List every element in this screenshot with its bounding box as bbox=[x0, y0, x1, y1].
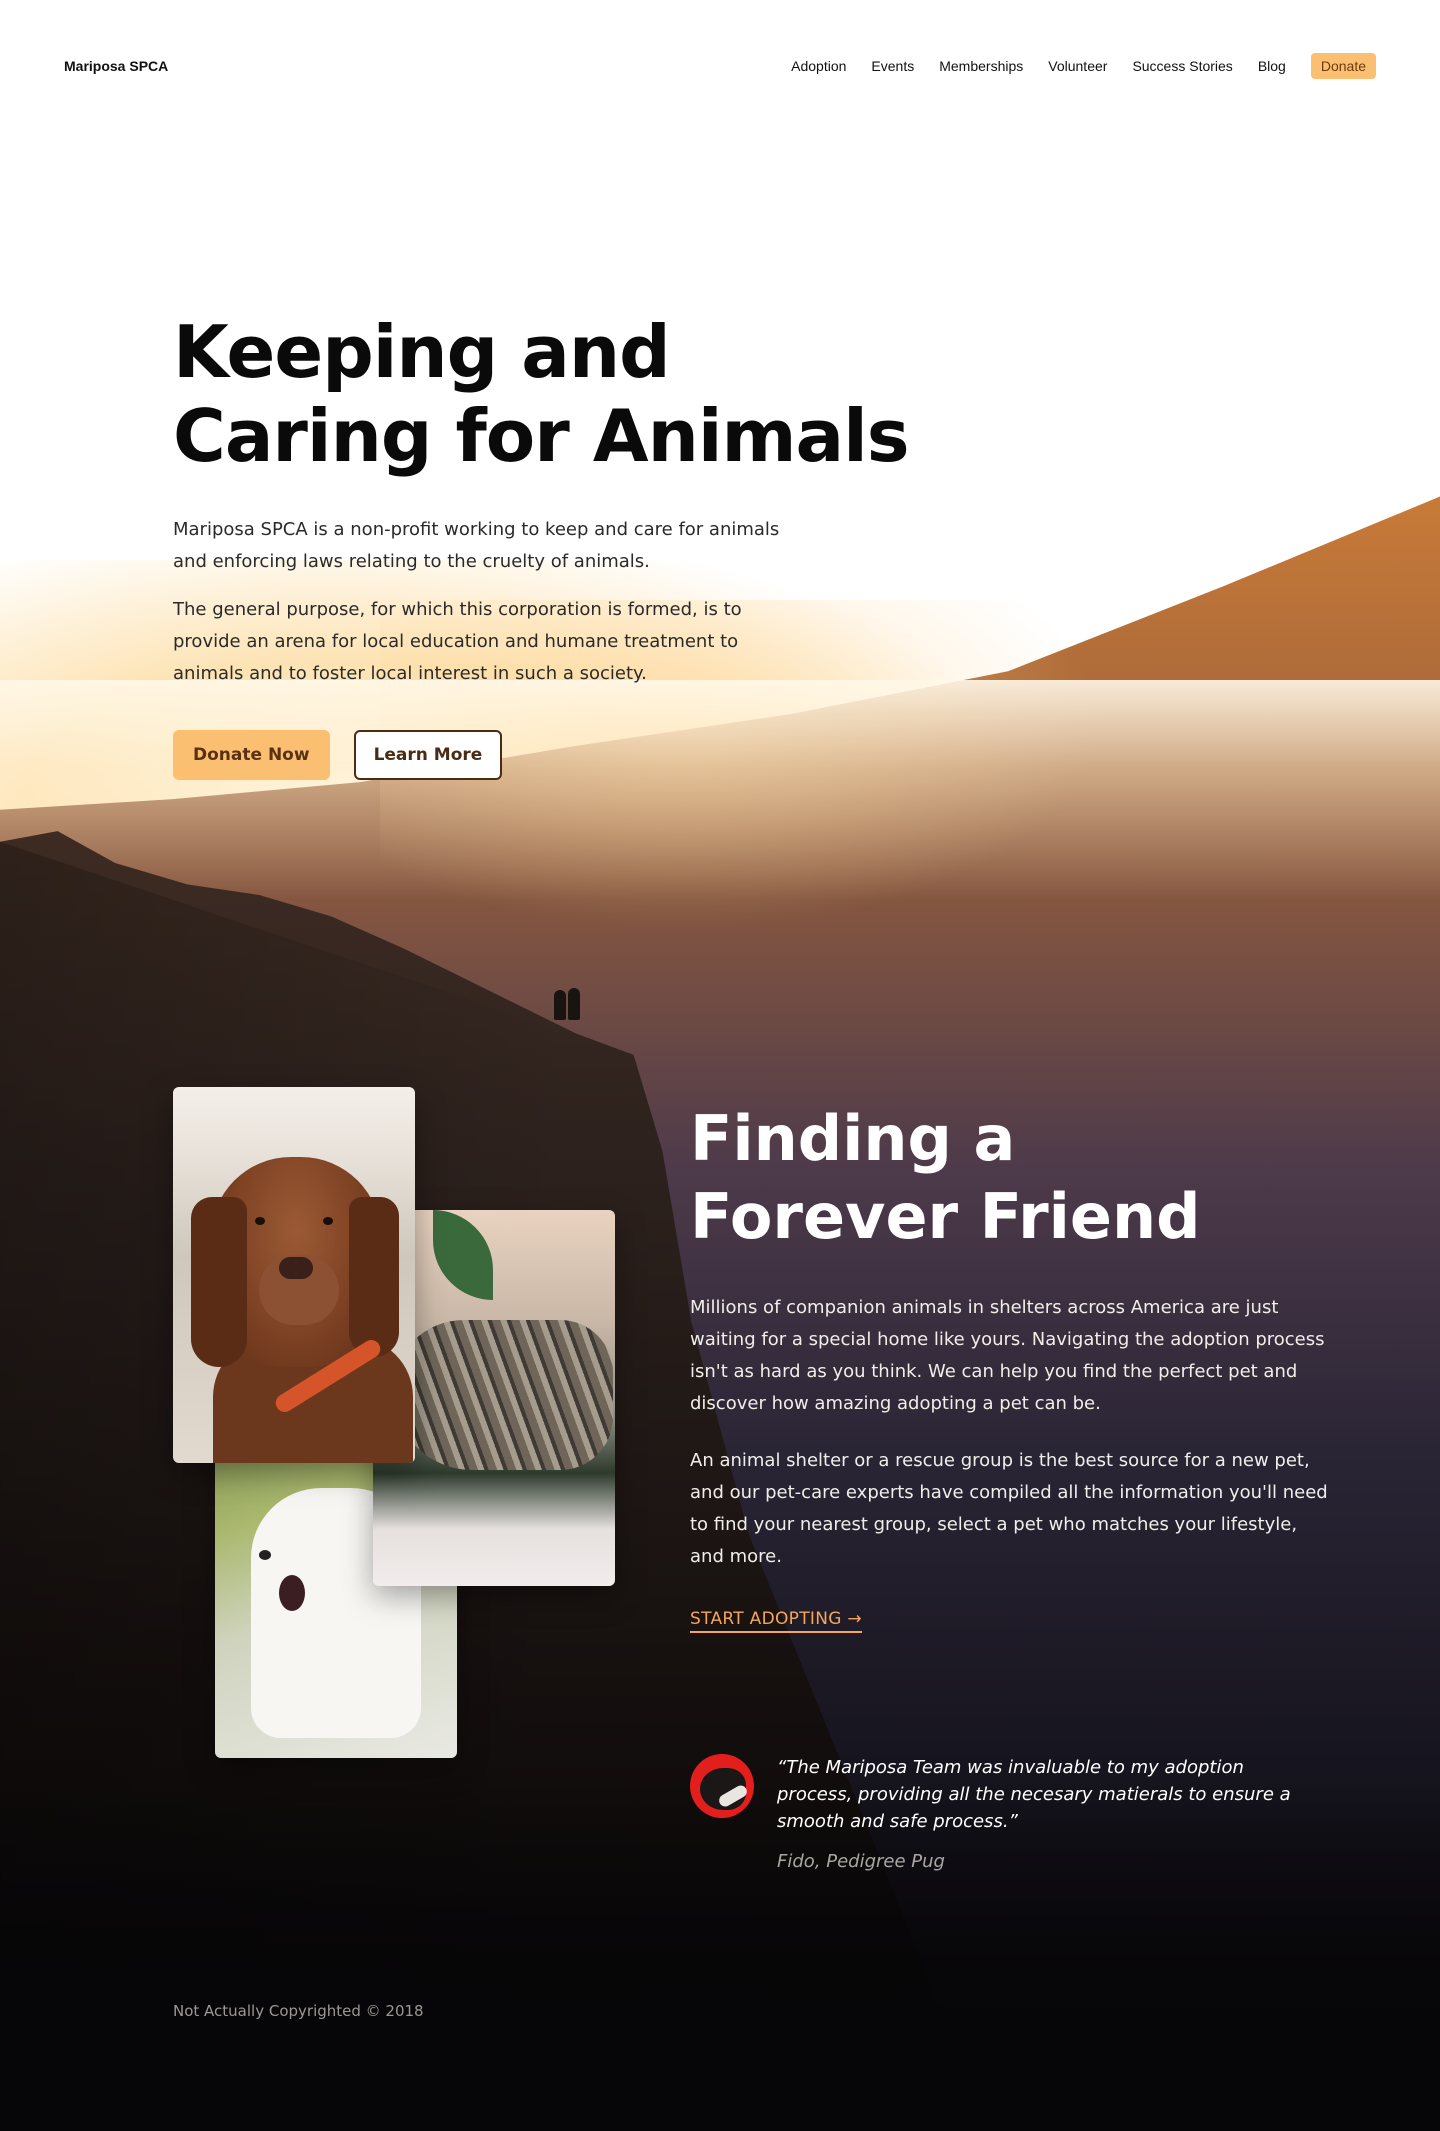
samoyed-mouth bbox=[279, 1575, 305, 1611]
samoyed-nose bbox=[259, 1550, 271, 1560]
testimonial-author: Fido, Pedigree Pug bbox=[777, 1851, 945, 1872]
hero-intro-text: Mariposa SPCA is a non-profit working to… bbox=[173, 519, 780, 572]
dog-eye-right bbox=[323, 1217, 333, 1225]
avatar bbox=[690, 1754, 754, 1818]
testimonial-content: “The Mariposa Team was invaluable to my … bbox=[777, 1754, 1307, 1872]
donate-now-button[interactable]: Donate Now bbox=[173, 730, 330, 780]
nav-events[interactable]: Events bbox=[871, 58, 914, 74]
nav-memberships[interactable]: Memberships bbox=[939, 58, 1023, 74]
main-nav: Adoption Events Memberships Volunteer Su… bbox=[791, 53, 1376, 79]
tabby-cat-figure bbox=[393, 1320, 613, 1470]
forever-friend-section: Finding a Forever Friend Millions of com… bbox=[690, 1100, 1330, 1633]
dog-nose bbox=[279, 1257, 313, 1279]
people-silhouette bbox=[554, 984, 584, 1020]
site-header: Mariposa SPCA Adoption Events Membership… bbox=[0, 0, 1440, 132]
footer-copyright: Not Actually Copyrighted © 2018 bbox=[173, 2002, 424, 2020]
hero-actions: Donate Now Learn More bbox=[173, 730, 913, 780]
testimonial-quote: “The Mariposa Team was invaluable to my … bbox=[777, 1757, 1291, 1832]
adoption-intro-text: Millions of companion animals in shelter… bbox=[690, 1297, 1325, 1414]
brown-dog-photo bbox=[173, 1087, 415, 1463]
nav-volunteer[interactable]: Volunteer bbox=[1048, 58, 1107, 74]
section-title-line1: Finding a bbox=[690, 1102, 1016, 1175]
nav-blog[interactable]: Blog bbox=[1258, 58, 1286, 74]
nav-donate-button[interactable]: Donate bbox=[1310, 53, 1376, 79]
hero-section: Keeping and Caring for Animals Mariposa … bbox=[173, 310, 913, 780]
dog-ear-right bbox=[349, 1197, 399, 1357]
hero-purpose-text: The general purpose, for which this corp… bbox=[173, 599, 742, 684]
brand-logo[interactable]: Mariposa SPCA bbox=[64, 58, 168, 74]
hero-title-line1: Keeping and bbox=[173, 310, 671, 394]
dog-eye-left bbox=[255, 1217, 265, 1225]
shelter-info-text: An animal shelter or a rescue group is t… bbox=[690, 1450, 1328, 1567]
plant-leaf bbox=[433, 1210, 493, 1300]
learn-more-button[interactable]: Learn More bbox=[353, 730, 503, 780]
start-adopting-link[interactable]: START ADOPTING → bbox=[690, 1609, 862, 1633]
nav-success-stories[interactable]: Success Stories bbox=[1132, 58, 1232, 74]
dog-ear-left bbox=[191, 1197, 247, 1367]
section-title: Finding a Forever Friend bbox=[690, 1100, 1330, 1256]
nav-adoption[interactable]: Adoption bbox=[791, 58, 846, 74]
hero-title: Keeping and Caring for Animals bbox=[173, 310, 913, 478]
section-title-line2: Forever Friend bbox=[690, 1180, 1201, 1253]
testimonial: “The Mariposa Team was invaluable to my … bbox=[690, 1754, 1330, 1872]
hero-title-line2: Caring for Animals bbox=[173, 394, 910, 478]
